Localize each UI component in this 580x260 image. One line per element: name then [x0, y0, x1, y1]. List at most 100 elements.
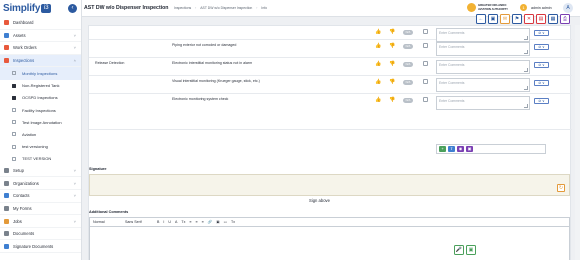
checkbox[interactable] [423, 29, 428, 34]
close-icon[interactable]: ✕ [524, 14, 534, 24]
avatar[interactable]: A [563, 3, 573, 13]
editor-tool[interactable]: ≡ [196, 220, 198, 224]
sidebar-item-contacts[interactable]: Contacts ˅ [0, 190, 81, 203]
attachment-button[interactable]: ⊘ ∨ [534, 44, 549, 50]
editor-tool[interactable]: ▭ [224, 220, 227, 224]
thumbs-up-icon[interactable]: 👍 [375, 43, 381, 49]
attachment-button[interactable]: ⊘ ∨ [534, 62, 549, 68]
additional-comments-editor[interactable]: Normal Sans Serif B I U A Tx ≡ ≡ ≡ 🔗 ▣ ▭ Tx [89, 217, 570, 260]
editor-tool[interactable]: Tx [181, 220, 185, 224]
comment-field[interactable]: Enter Comments [436, 78, 530, 92]
editor-tool[interactable]: ≡ [202, 220, 204, 224]
comment-field[interactable]: Enter Comments [436, 96, 530, 110]
thumbs-down-icon[interactable]: 👎 [389, 61, 395, 67]
checkbox[interactable] [423, 43, 428, 48]
editor-tool[interactable]: Normal [93, 220, 121, 224]
sidebar-subitem-monthly-inspections[interactable]: Monthly Inspections [0, 67, 81, 80]
editor-tool[interactable]: A [175, 220, 177, 224]
add-photo-icon[interactable]: + [439, 146, 446, 152]
sidebar-item-organizations[interactable]: Organizations ˅ [0, 177, 81, 191]
sidebar-subitem-test-image-annotation[interactable]: Test Image Annotation [0, 116, 81, 128]
thumbs-down-icon[interactable]: 👎 [389, 43, 395, 49]
clear-signature-icon[interactable]: ↻ [557, 184, 565, 192]
sidebar-item-setup[interactable]: Setup ˅ [0, 165, 81, 178]
sidebar-item-documents[interactable]: Documents [0, 228, 81, 241]
form-icon [12, 71, 16, 76]
mail-icon[interactable]: ✉ [500, 14, 510, 24]
checkbox[interactable] [423, 97, 428, 102]
save-icon[interactable]: ▣ [466, 245, 476, 255]
calendar-icon[interactable]: ▦ [548, 14, 558, 24]
thumbs-down-icon[interactable]: 👎 [389, 29, 395, 35]
editor-tool[interactable]: Tx [231, 220, 235, 224]
editor-tool[interactable]: I [163, 220, 164, 224]
breadcrumb-inspections[interactable]: Inspections [174, 6, 191, 10]
sign-above-text: Sign above [309, 198, 330, 203]
sidebar-subitem-facility-inspections[interactable]: Facility Inspections [0, 104, 81, 116]
collapse-sidebar-icon[interactable]: ‹ [68, 4, 77, 13]
print-icon[interactable]: ⎙ [560, 14, 570, 24]
sidebar-item-label: Jobs [13, 218, 22, 224]
thumbs-up-icon[interactable]: 👍 [375, 97, 381, 103]
contacts-icon [4, 193, 9, 199]
editor-tool[interactable]: B [157, 220, 159, 224]
attachment-button[interactable]: ⊘ ∨ [534, 80, 549, 86]
na-toggle[interactable]: N/A [403, 30, 413, 35]
editor-tool[interactable]: U [168, 220, 171, 224]
editor-tool[interactable]: 🔗 [208, 220, 212, 224]
sidebar-subitem-aviation[interactable]: Aviation [0, 128, 81, 140]
flag-icon[interactable]: ⚑ [512, 14, 522, 24]
comment-field[interactable]: Enter Comments [436, 60, 530, 74]
upload-icon[interactable]: ⇪ [448, 146, 455, 152]
checklist-row: Release Detection Electronic interstitial… [89, 58, 572, 76]
thumbs-down-icon[interactable]: 👎 [389, 79, 395, 85]
attachment-button[interactable]: ⊘ ∨ [534, 98, 549, 104]
sidebar-item-my-forms[interactable]: My Forms [0, 203, 81, 216]
sidebar-item-signature-documents[interactable]: Signature Documents [0, 240, 81, 254]
breadcrumb-form[interactable]: AST DW w/o Dispenser Inspection [200, 6, 252, 10]
sidebar-subitem-label: Non-Registered Tank [22, 83, 60, 89]
na-toggle[interactable]: N/A [403, 62, 413, 67]
thumbs-up-icon[interactable]: 👍 [375, 29, 381, 35]
user-name[interactable]: admin admin [531, 6, 552, 10]
dashboard-icon [4, 20, 9, 26]
form-icon [12, 120, 16, 125]
bell-icon[interactable]: 1 [520, 4, 527, 11]
na-toggle[interactable]: N/A [403, 80, 413, 85]
checkbox[interactable] [423, 61, 428, 66]
signature-pad[interactable]: ↻ [89, 174, 570, 196]
checkbox[interactable] [423, 79, 428, 84]
comment-field[interactable]: Enter Comments [436, 42, 530, 56]
sidebar-item-dashboard[interactable]: Dashboard [0, 17, 81, 30]
sidebar-subitem-non-registered-tank[interactable]: Non-Registered Tank [0, 80, 81, 92]
sidebar-item-inspections[interactable]: Inspections ˄ [0, 54, 81, 68]
sidebar-subitem-test-version[interactable]: TEST VERSION [0, 153, 81, 165]
back-icon[interactable]: ← [476, 14, 486, 24]
breadcrumb-info: Info [261, 6, 268, 10]
delete-icon[interactable]: ▤ [536, 14, 546, 24]
gallery-icon[interactable]: ▣ [466, 146, 473, 152]
scrollbar[interactable] [575, 25, 580, 260]
camera-icon[interactable]: ◉ [457, 146, 464, 152]
sidebar-item-jobs[interactable]: Jobs ˅ [0, 215, 81, 228]
thumbs-up-icon[interactable]: 👍 [375, 61, 381, 67]
sidebar-item-assets[interactable]: Assets ˅ [0, 30, 81, 43]
sidebar-item-work-orders[interactable]: Work Orders ˅ [0, 42, 81, 55]
sidebar-item-label: Documents [13, 231, 35, 237]
editor-tool[interactable]: ▣ [216, 220, 219, 224]
attachment-button[interactable]: ⊘ ∨ [534, 30, 549, 36]
na-toggle[interactable]: N/A [403, 44, 413, 49]
save-icon[interactable]: ▣ [488, 14, 498, 24]
na-toggle[interactable]: N/A [403, 98, 413, 103]
editor-tool[interactable]: ≡ [189, 220, 191, 224]
editor-tool[interactable]: Sans Serif [125, 220, 153, 224]
thumbs-up-icon[interactable]: 👍 [375, 79, 381, 85]
checklist-item-label: Electronic interstitial monitoring statu… [172, 61, 253, 65]
organization-switcher[interactable]: GREATER ORLANDO AVIATION AUTHORITY [467, 3, 508, 12]
thumbs-down-icon[interactable]: 👎 [389, 97, 395, 103]
microphone-icon[interactable]: 🎤 [454, 245, 464, 255]
checklist-item-label: Visual interstitial monitoring (Krueger … [172, 79, 260, 83]
signature-label: Signature [89, 167, 107, 171]
sidebar-subitem-test-versioning[interactable]: test versioning [0, 141, 81, 153]
sidebar-subitem-ocspd-inspections[interactable]: OCSPD Inspections [0, 92, 81, 104]
